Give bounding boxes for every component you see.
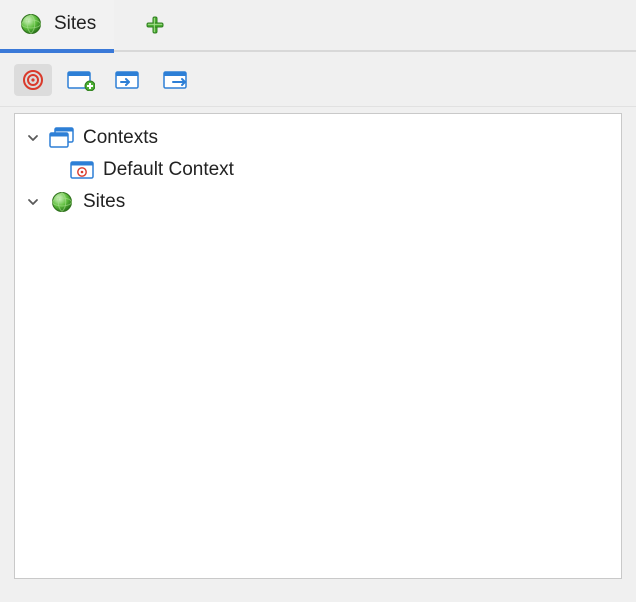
contexts-children: Default Context <box>15 154 621 186</box>
tab-label: Sites <box>54 13 96 35</box>
target-button[interactable] <box>14 64 52 96</box>
tab-bar: Sites <box>0 0 636 52</box>
new-context-icon <box>67 69 95 91</box>
tab-sites[interactable]: Sites <box>0 0 114 53</box>
target-icon <box>21 68 45 92</box>
contexts-icon <box>49 125 75 151</box>
globe-icon <box>49 189 75 215</box>
tree-node-label: Default Context <box>103 156 234 184</box>
tree-node-label: Contexts <box>83 124 158 152</box>
globe-icon <box>18 11 44 37</box>
new-context-button[interactable] <box>62 64 100 96</box>
plus-icon <box>145 15 165 35</box>
export-context-button[interactable] <box>158 64 196 96</box>
import-context-button[interactable] <box>110 64 148 96</box>
chevron-down-icon <box>25 132 41 144</box>
default-context-icon <box>69 157 95 183</box>
tree-node-default-context[interactable]: Default Context <box>69 154 621 186</box>
add-tab-button[interactable] <box>140 0 170 50</box>
chevron-down-icon <box>25 196 41 208</box>
sites-panel: Sites <box>0 0 636 602</box>
tree-view[interactable]: Contexts Default Context <box>14 113 622 579</box>
export-icon <box>163 69 191 91</box>
tree-node-contexts[interactable]: Contexts <box>15 122 621 154</box>
import-icon <box>115 69 143 91</box>
tree-node-sites[interactable]: Sites <box>15 186 621 218</box>
toolbar <box>0 52 636 107</box>
tree-node-label: Sites <box>83 188 125 216</box>
